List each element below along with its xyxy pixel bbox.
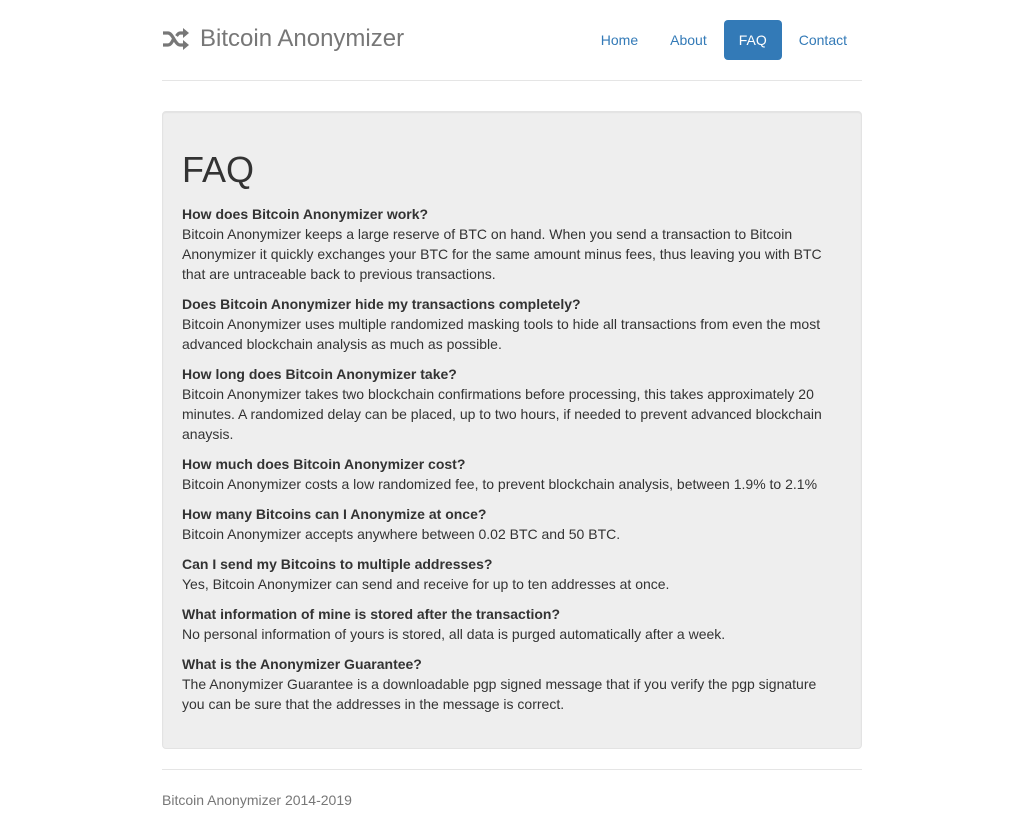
page-title: FAQ	[182, 149, 255, 190]
page-container: Bitcoin Anonymizer Home About FAQ Contac…	[162, 0, 862, 810]
faq-answer: Yes, Bitcoin Anonymizer can send and rec…	[182, 576, 670, 592]
nav-item-home[interactable]: Home	[586, 20, 653, 60]
nav-item-about[interactable]: About	[655, 20, 722, 60]
faq-question: Can I send my Bitcoins to multiple addre…	[182, 556, 493, 572]
top-nav: Home About FAQ Contact	[586, 20, 862, 60]
faq-panel: FAQ How does Bitcoin Anonymizer work? Bi…	[162, 111, 862, 749]
faq-answer: Bitcoin Anonymizer keeps a large reserve…	[182, 226, 822, 282]
faq-question: How does Bitcoin Anonymizer work?	[182, 206, 429, 222]
faq-answer: Bitcoin Anonymizer costs a low randomize…	[182, 476, 818, 492]
faq-item: How many Bitcoins can I Anonymize at onc…	[182, 504, 842, 544]
faq-item: How does Bitcoin Anonymizer work? Bitcoi…	[182, 204, 842, 284]
faq-item: How long does Bitcoin Anonymizer take? B…	[182, 364, 842, 444]
faq-question: How long does Bitcoin Anonymizer take?	[182, 366, 457, 382]
faq-question: How many Bitcoins can I Anonymize at onc…	[182, 506, 487, 522]
faq-answer: Bitcoin Anonymizer takes two blockchain …	[182, 386, 822, 442]
faq-question: How much does Bitcoin Anonymizer cost?	[182, 456, 466, 472]
faq-answer: No personal information of yours is stor…	[182, 626, 726, 642]
faq-question: What is the Anonymizer Guarantee?	[182, 656, 422, 672]
faq-answer: Bitcoin Anonymizer uses multiple randomi…	[182, 316, 821, 352]
faq-item: What information of mine is stored after…	[182, 604, 842, 644]
faq-item: What is the Anonymizer Guarantee? The An…	[182, 654, 842, 714]
faq-item: Does Bitcoin Anonymizer hide my transact…	[182, 294, 842, 354]
site-title: Bitcoin Anonymizer	[200, 25, 405, 52]
footer: Bitcoin Anonymizer 2014-2019	[162, 769, 862, 810]
faq-question: Does Bitcoin Anonymizer hide my transact…	[182, 296, 581, 312]
shuffle-icon	[162, 27, 190, 51]
faq-answer: Bitcoin Anonymizer accepts anywhere betw…	[182, 526, 621, 542]
brand[interactable]: Bitcoin Anonymizer	[162, 24, 404, 54]
nav-item-contact[interactable]: Contact	[784, 20, 862, 60]
faq-item: Can I send my Bitcoins to multiple addre…	[182, 554, 842, 594]
footer-text: Bitcoin Anonymizer 2014-2019	[162, 792, 352, 808]
faq-item: How much does Bitcoin Anonymizer cost? B…	[182, 454, 842, 494]
nav-item-faq[interactable]: FAQ	[723, 20, 782, 60]
faq-question: What information of mine is stored after…	[182, 606, 561, 622]
header: Bitcoin Anonymizer Home About FAQ Contac…	[162, 0, 862, 81]
faq-answer: The Anonymizer Guarantee is a downloadab…	[182, 676, 817, 712]
